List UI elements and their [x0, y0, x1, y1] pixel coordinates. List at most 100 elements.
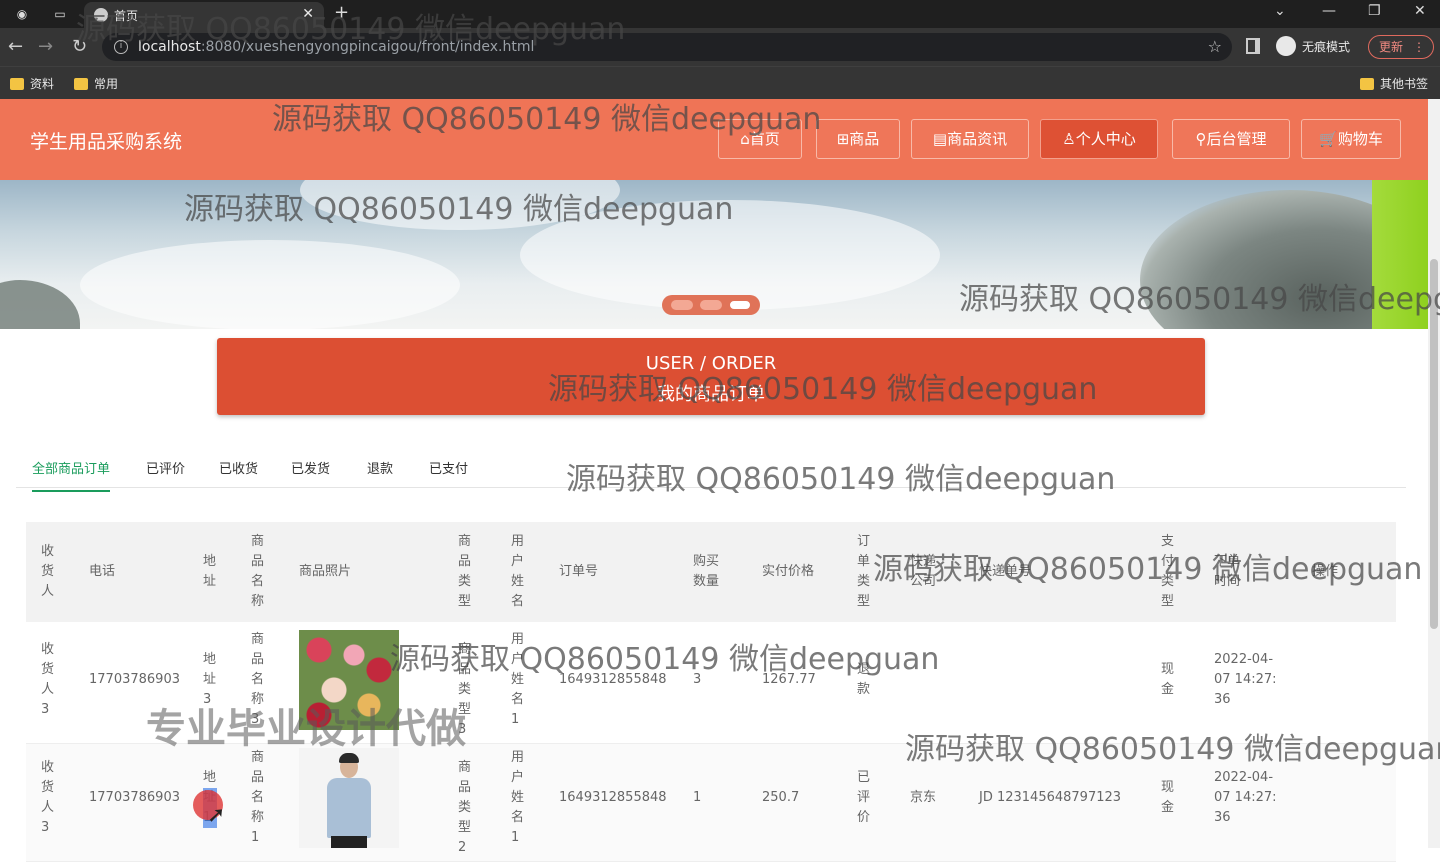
browser-tab-strip: ◉ ▭ 首页 ✕ + ⌄ — ❐ ✕: [0, 0, 1440, 28]
table-row: 收货人3 17703786903 地址3 商品名称3 商品类型3 用户姓名1 1…: [26, 626, 1396, 744]
banner-cloud: [520, 200, 940, 310]
product-photo-flowers[interactable]: [299, 630, 399, 730]
bookmark-label: 资料: [30, 77, 55, 91]
nav-products-button[interactable]: ⊞商品: [816, 119, 900, 159]
cell-price: 250.7: [762, 790, 800, 805]
cell-product-name: 商品名称3: [251, 632, 265, 727]
window-close-button[interactable]: ✕: [1414, 3, 1426, 19]
header-order-time: 下单时间: [1214, 554, 1241, 589]
site-info-icon[interactable]: i: [114, 40, 128, 54]
restore-button[interactable]: ❐: [1368, 3, 1381, 19]
bookmark-star-icon[interactable]: ☆: [1208, 33, 1222, 61]
folder-icon: [1360, 77, 1374, 90]
header-pay-type: 支付类型: [1161, 534, 1175, 609]
address-bar[interactable]: i localhost:8080/xueshengyongpincaigou/f…: [102, 33, 1232, 61]
header-courier: 快递公司: [910, 554, 937, 589]
new-tab-button[interactable]: +: [334, 2, 349, 23]
nav-cart-button[interactable]: 🛒购物车: [1301, 119, 1401, 159]
side-panel-icon[interactable]: [1246, 38, 1260, 54]
header-price: 实付价格: [762, 564, 815, 579]
incognito-indicator[interactable]: 无痕模式: [1276, 36, 1350, 56]
order-tabs: 全部商品订单 已评价 已收货 已发货 退款 已支付: [16, 448, 1406, 492]
cell-order-time: 2022-04-07 14:27:36: [1214, 770, 1277, 825]
cell-order-time: 2022-04-07 14:27:36: [1214, 652, 1277, 707]
tab-list-chevron-icon[interactable]: ⌄: [1274, 3, 1286, 19]
carousel-dot-3[interactable]: [729, 300, 751, 310]
tab-favicon-icon: [94, 8, 108, 22]
tab-title: 首页: [114, 9, 139, 23]
reload-icon[interactable]: ↻: [72, 36, 87, 57]
cell-pay-type: 现金: [1161, 780, 1175, 815]
cell-order-status: 已评价: [857, 770, 871, 825]
tab-received[interactable]: 已收货: [219, 458, 258, 477]
tab-refund[interactable]: 退款: [367, 458, 393, 477]
scrollbar-thumb[interactable]: [1430, 259, 1438, 629]
tab-close-icon[interactable]: ✕: [302, 6, 314, 22]
cell-product-type: 商品类型3: [458, 642, 472, 737]
tab-search-icon[interactable]: ▭: [50, 4, 70, 24]
bookmark-folder-changyong[interactable]: 常用: [74, 75, 118, 92]
header-order-no: 订单号: [559, 564, 599, 579]
nav-news-button[interactable]: ▤商品资讯: [911, 119, 1029, 159]
browser-tab[interactable]: 首页 ✕: [84, 2, 324, 28]
site-title: 学生用品采购系统: [30, 131, 183, 153]
header-tracking: 快递单号: [979, 564, 1032, 579]
cell-price: 1267.77: [762, 672, 816, 687]
other-bookmarks-label: 其他书签: [1380, 77, 1429, 91]
more-menu-icon[interactable]: ⋮: [1413, 36, 1425, 58]
photo-shirt: [327, 778, 371, 838]
cell-product-name: 商品名称1: [251, 750, 265, 845]
header-order-type: 订单类型: [857, 534, 871, 609]
page-scrollbar[interactable]: [1428, 99, 1440, 848]
header-qty: 购买数量: [693, 554, 720, 589]
carousel-dot-2[interactable]: [700, 300, 722, 310]
cell-user-name: 用户姓名1: [511, 632, 525, 727]
mouse-cursor-icon: ➚: [207, 803, 226, 828]
header-actions: 操作: [1312, 564, 1339, 579]
folder-icon: [74, 77, 88, 90]
browser-profile-icon[interactable]: ◉: [12, 4, 32, 24]
bookmarks-bar: 资料 常用 其他书签: [0, 66, 1440, 99]
table-header: 收货人 电话 地址 商品名称 商品照片 商品类型 用户姓名 订单号 购买数量 实…: [26, 522, 1396, 622]
cell-qty: 3: [693, 672, 702, 687]
nav-user-center-button[interactable]: ♙个人中心: [1040, 119, 1158, 159]
cell-user-name: 用户姓名1: [511, 750, 525, 845]
header-address: 地址: [203, 554, 217, 589]
banner-rock: [0, 280, 80, 329]
folder-icon: [10, 77, 24, 90]
update-label: 更新: [1379, 40, 1404, 54]
banner-carousel[interactable]: [0, 180, 1428, 329]
header-product-name: 商品名称: [251, 534, 265, 609]
nav-home-button[interactable]: ⌂首页: [718, 119, 802, 159]
nav-admin-button[interactable]: ⚲后台管理: [1172, 119, 1290, 159]
header-receiver: 收货人: [41, 544, 55, 599]
tab-reviewed[interactable]: 已评价: [146, 458, 185, 477]
incognito-icon: [1276, 36, 1296, 56]
minimize-button[interactable]: —: [1322, 3, 1336, 19]
back-icon[interactable]: ←: [8, 36, 23, 57]
other-bookmarks-folder[interactable]: 其他书签: [1360, 75, 1428, 92]
carousel-indicator: [662, 295, 760, 315]
incognito-label: 无痕模式: [1302, 39, 1351, 54]
table-row: 收货人3 17703786903 地址1 商品名称1 商品类型2 用户姓名1 1…: [26, 744, 1396, 862]
site-header: 学生用品采购系统 ⌂首页 ⊞商品 ▤商品资讯 ♙个人中心 ⚲后台管理 🛒购物车: [0, 99, 1428, 180]
photo-hair: [339, 753, 359, 763]
header-product-type: 商品类型: [458, 534, 472, 609]
cell-courier: 京东: [910, 790, 937, 805]
bookmark-folder-ziliao[interactable]: 资料: [10, 75, 54, 92]
bookmark-label: 常用: [94, 77, 119, 91]
cell-receiver: 收货人3: [41, 642, 55, 717]
order-banner-en: USER / ORDER: [645, 353, 777, 374]
cell-address: 地址3: [203, 652, 217, 707]
tab-all-orders[interactable]: 全部商品订单: [32, 458, 111, 492]
carousel-dot-1[interactable]: [671, 300, 693, 310]
product-photo-man[interactable]: [299, 748, 399, 848]
forward-icon[interactable]: →: [38, 36, 53, 57]
url-host: localhost: [138, 39, 201, 55]
cell-phone: 17703786903: [89, 790, 180, 805]
tab-paid[interactable]: 已支付: [429, 458, 468, 477]
photo-trousers: [331, 836, 367, 848]
update-button[interactable]: 更新 ⋮: [1368, 35, 1434, 59]
cell-pay-type: 现金: [1161, 662, 1175, 697]
tab-shipped[interactable]: 已发货: [291, 458, 330, 477]
